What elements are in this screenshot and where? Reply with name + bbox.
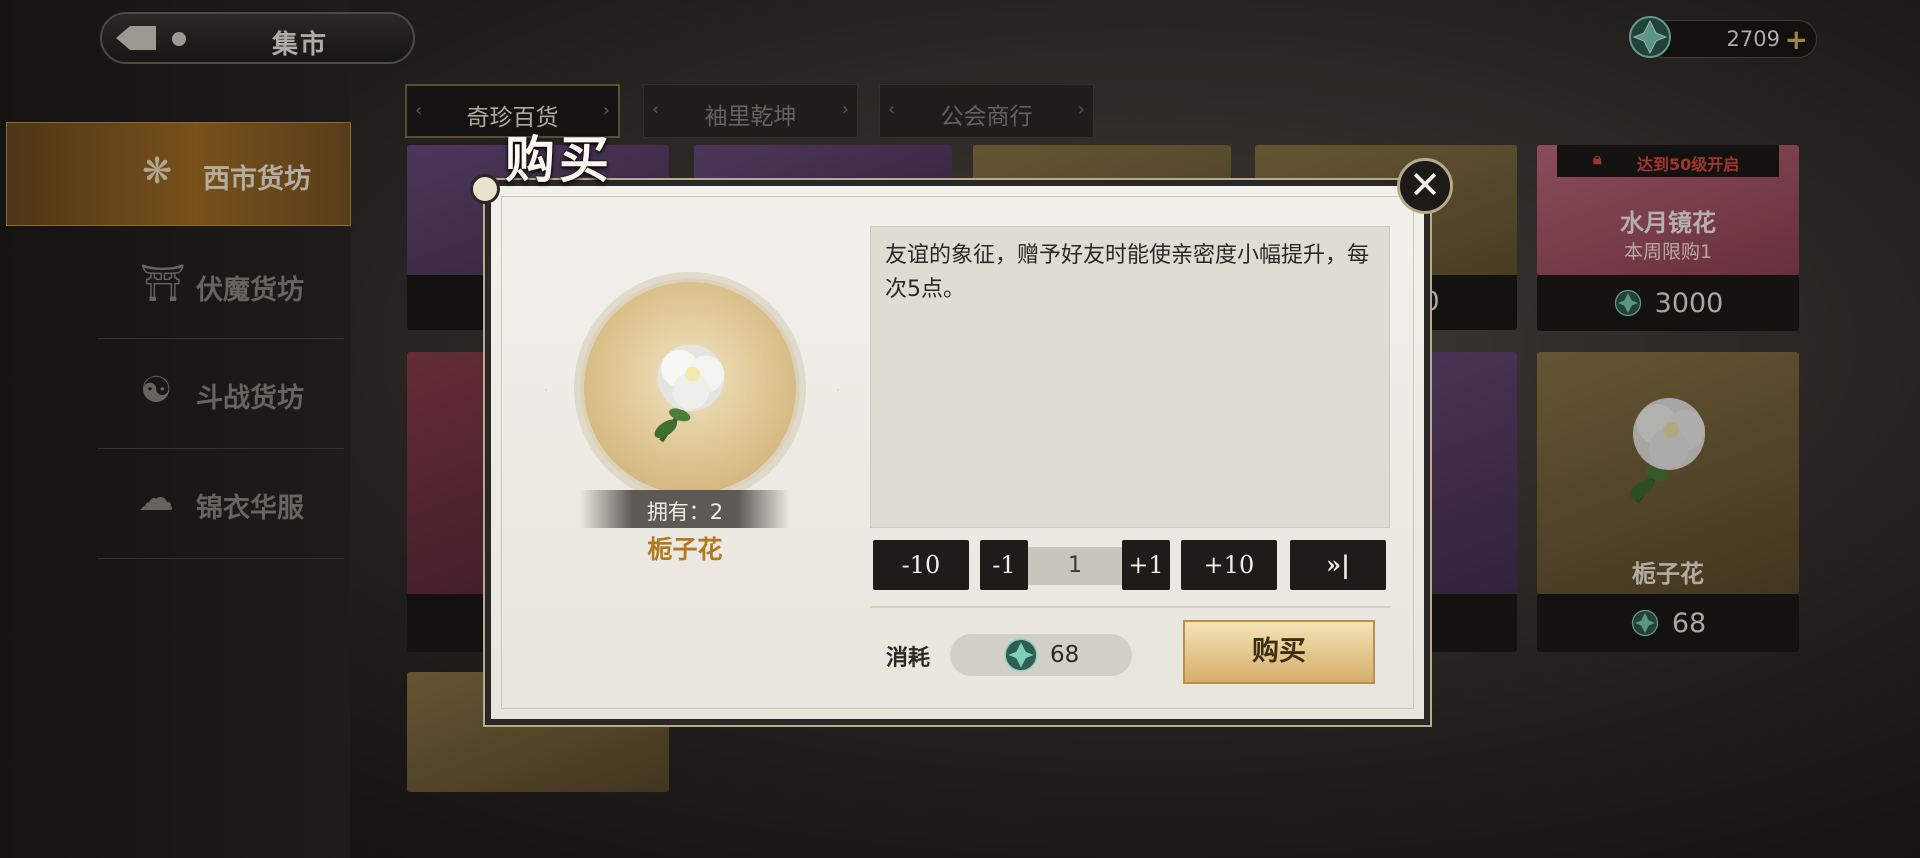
close-button[interactable]: ✕ — [1397, 158, 1453, 214]
buy-button[interactable]: 购买 — [1183, 620, 1375, 684]
plus-10-button[interactable]: +10 — [1181, 540, 1277, 590]
corner-ornament-icon — [470, 174, 500, 204]
jade-gem-icon — [1004, 638, 1038, 672]
cost-value: 68 — [1050, 642, 1080, 668]
owned-count: 拥有：2 — [646, 500, 724, 524]
quantity-field[interactable]: 1 — [1028, 547, 1122, 585]
cost-display: 68 — [950, 634, 1132, 676]
owned-count-bar: 拥有：2 — [580, 490, 790, 528]
item-description: 友谊的象征，赠予好友时能使亲密度小幅提升，每次5点。 — [870, 226, 1390, 528]
gardenia-flower-icon — [654, 344, 725, 443]
plus-1-button[interactable]: +1 — [1122, 540, 1170, 590]
dialog-title: 购买 — [505, 131, 613, 189]
item-medallion — [580, 278, 800, 498]
max-quantity-button[interactable]: »| — [1290, 540, 1386, 590]
item-name: 栀子花 — [647, 535, 723, 564]
divider — [870, 606, 1390, 608]
cost-label: 消耗 — [886, 646, 931, 671]
minus-10-button[interactable]: -10 — [873, 540, 969, 590]
minus-1-button[interactable]: -1 — [980, 540, 1028, 590]
